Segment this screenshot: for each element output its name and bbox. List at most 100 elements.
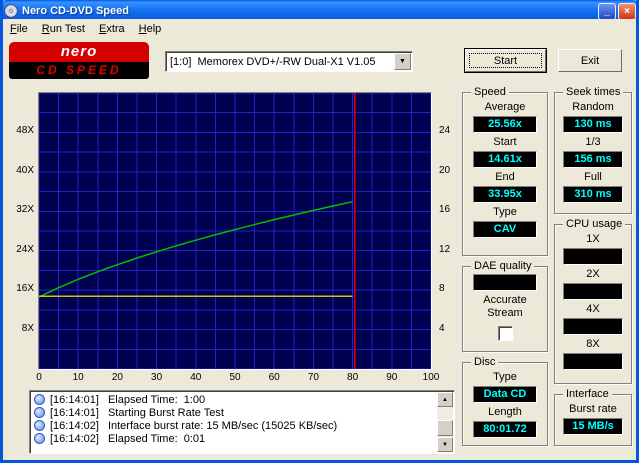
scrollbar-thumb[interactable]: [437, 420, 453, 436]
average-speed-value: 25.56x: [473, 116, 537, 133]
accurate-stream-checkbox[interactable]: [497, 326, 513, 341]
axis-tick-label: 90: [386, 372, 398, 383]
dae-quality-value: [473, 274, 537, 291]
axis-tick-label: 40: [190, 372, 202, 383]
speed-type-value: CAV: [473, 221, 537, 238]
y-axis-right-labels: 24 20 16 12 8 4: [436, 88, 456, 378]
seek-times-panel: Seek times Random 130 ms 1/3 156 ms Full…: [554, 86, 632, 214]
log-scrollbar[interactable]: ▲ ▼: [437, 392, 453, 452]
speed-panel-title: Speed: [471, 86, 509, 98]
axis-tick-label: 30: [151, 372, 163, 383]
menu-help[interactable]: Help: [132, 21, 169, 37]
menu-run-test[interactable]: Run Test: [35, 21, 92, 37]
burst-rate-label: Burst rate: [569, 403, 617, 415]
axis-tick-label: 32X: [16, 204, 34, 216]
burst-rate-value: 15 MB/s: [563, 418, 623, 435]
log-entry-icon: [34, 420, 45, 431]
axis-tick-label: 8X: [21, 322, 34, 334]
log-message: Interface burst rate: 15 MB/sec (15025 K…: [107, 419, 338, 432]
disc-length-value: 80:01.72: [473, 421, 537, 438]
end-label: End: [495, 171, 515, 183]
cpu-2x-label: 2X: [586, 268, 600, 280]
log-message: Starting Burst Rate Test: [107, 406, 224, 419]
interface-panel: Interface Burst rate 15 MB/s: [554, 388, 632, 446]
log-entry-icon: [34, 407, 45, 418]
close-button[interactable]: ×: [618, 2, 636, 20]
log-message: Elapsed Time: 1:00: [107, 393, 206, 406]
disc-panel-title: Disc: [471, 356, 499, 368]
menubar: File Run Test Extra Help: [3, 19, 636, 38]
axis-tick-label: 50: [229, 372, 241, 383]
log-entry-icon: [34, 394, 45, 405]
disc-type-value: Data CD: [473, 386, 537, 403]
axis-tick-label: 10: [72, 372, 84, 383]
log-entry-icon: [34, 433, 45, 444]
start-speed-value: 14.61x: [473, 151, 537, 168]
scroll-down-button[interactable]: ▼: [437, 437, 453, 452]
scroll-up-button[interactable]: ▲: [437, 392, 453, 407]
accurate-stream-label: Accurate Stream: [483, 294, 527, 319]
log-timestamp: [16:14:01]: [50, 406, 99, 419]
log-listbox[interactable]: [16:14:01] Elapsed Time: 1:00 [16:14:01]…: [29, 390, 455, 454]
menu-file[interactable]: File: [3, 21, 35, 37]
axis-tick-label: 70: [307, 372, 319, 383]
app-window: Nero CD-DVD Speed _ × File Run Test Extr…: [0, 0, 639, 463]
axis-tick-label: 80: [347, 372, 359, 383]
axis-tick-label: 0: [36, 372, 42, 383]
axis-tick-label: 24: [439, 125, 451, 137]
log-entry: [16:14:02] Interface burst rate: 15 MB/s…: [32, 419, 436, 432]
plot-frame: [38, 92, 432, 370]
cpu-8x-value: [563, 353, 623, 370]
x-axis-labels: 0 10 20 30 40 50 60 70 80 90 100: [36, 372, 439, 386]
start-label: Start: [493, 136, 517, 148]
nero-logo-subtitle: CD SPEED: [9, 62, 149, 79]
drive-selector-value: [1:0] Memorex DVD+/-RW Dual-X1 V1.05: [170, 55, 376, 68]
cpu-1x-label: 1X: [586, 233, 600, 245]
speed-panel: Speed Average 25.56x Start 14.61x End 33…: [462, 86, 548, 256]
window-title: Nero CD-DVD Speed: [22, 5, 129, 17]
seek-times-panel-title: Seek times: [563, 86, 624, 98]
start-button[interactable]: Start: [465, 49, 546, 72]
menu-extra[interactable]: Extra: [92, 21, 132, 37]
full-seek-label: Full: [584, 171, 602, 183]
axis-tick-label: 16: [439, 204, 451, 216]
scroll-down-icon: ▼: [442, 441, 448, 448]
y-axis-left-labels: 48X 40X 32X 24X 16X 8X: [7, 88, 36, 378]
axis-tick-label: 40X: [16, 164, 34, 176]
log-timestamp: [16:14:02]: [50, 432, 99, 445]
dae-quality-panel-title: DAE quality: [471, 260, 535, 272]
dropdown-arrow-icon[interactable]: ▼: [394, 53, 411, 70]
transfer-rate-chart-area: 48X 40X 32X 24X 16X 8X 24 20 16 12 8 4 0 10 20 30 40 50…: [7, 88, 457, 388]
log-entry: [16:14:01] Starting Burst Rate Test: [32, 406, 436, 419]
log-timestamp: [16:14:02]: [50, 419, 99, 432]
exit-button[interactable]: Exit: [558, 49, 622, 72]
disc-panel: Disc Type Data CD Length 80:01.72: [462, 356, 548, 446]
log-message: Elapsed Time: 0:01: [107, 432, 206, 445]
cpu-4x-label: 4X: [586, 303, 600, 315]
cpu-usage-panel-title: CPU usage: [563, 218, 626, 230]
scroll-up-icon: ▲: [442, 396, 448, 403]
cpu-1x-value: [563, 248, 623, 265]
axis-tick-label: 12: [439, 243, 451, 255]
axis-tick-label: 20: [111, 372, 123, 383]
axis-tick-label: 16X: [16, 283, 34, 295]
axis-tick-label: 4: [439, 322, 445, 334]
log-timestamp: [16:14:01]: [50, 393, 99, 406]
axis-tick-label: 8: [439, 283, 445, 295]
axis-tick-label: 20: [439, 164, 451, 176]
minimize-icon: _: [604, 5, 610, 17]
minimize-button[interactable]: _: [598, 2, 616, 20]
axis-tick-label: 60: [268, 372, 280, 383]
third-seek-label: 1/3: [585, 136, 601, 148]
axis-tick-label: 100: [422, 372, 440, 383]
disc-length-label: Length: [488, 406, 522, 418]
close-icon: ×: [624, 5, 630, 17]
interface-panel-title: Interface: [563, 388, 612, 400]
cpu-usage-panel: CPU usage 1X 2X 4X 8X: [554, 218, 632, 384]
transfer-rate-chart: [39, 93, 431, 369]
cpu-2x-value: [563, 283, 623, 300]
drive-selector[interactable]: [1:0] Memorex DVD+/-RW Dual-X1 V1.05 ▼: [165, 51, 413, 72]
average-label: Average: [484, 101, 526, 113]
log-entry: [16:14:02] Elapsed Time: 0:01: [32, 432, 436, 445]
cpu-4x-value: [563, 318, 623, 335]
